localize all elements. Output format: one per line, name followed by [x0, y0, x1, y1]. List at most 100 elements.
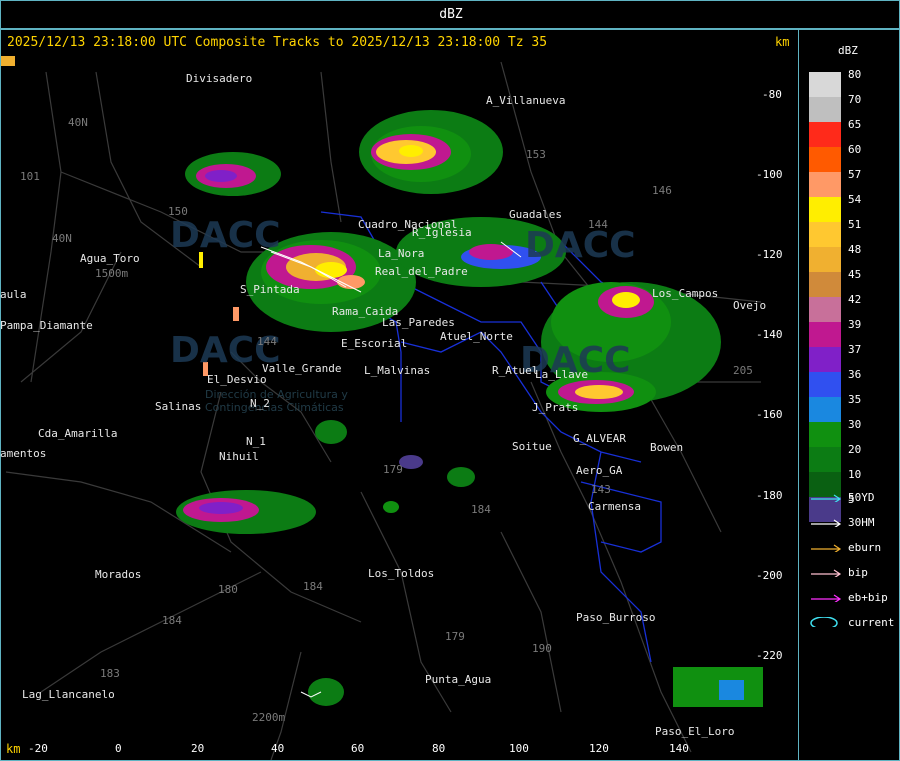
legend-swatch-label: 60 — [848, 143, 862, 156]
road-label: 179 — [383, 463, 403, 476]
legend-swatch — [809, 297, 841, 322]
road-label: 190 — [532, 642, 552, 655]
road-label: 184 — [471, 503, 491, 516]
legend-swatch-label: 48 — [848, 243, 862, 256]
road-label: 143 — [591, 483, 611, 496]
place-label: La_Nora — [378, 247, 425, 260]
road-label: 144 — [257, 335, 277, 348]
legend-swatch — [809, 172, 841, 197]
track-arrow-icon — [811, 494, 842, 502]
y-tick-label: -100 — [756, 168, 783, 181]
place-label: El_Desvio — [207, 373, 267, 386]
place-label: Carmensa — [588, 500, 641, 513]
legend-swatch-label: 80 — [848, 68, 862, 81]
place-label: Las_Paredes — [382, 316, 455, 329]
legend-track-label: eburn — [848, 541, 882, 554]
road-label: 184 — [303, 580, 323, 593]
place-label: Ovejo — [733, 299, 767, 312]
legend-swatch — [809, 222, 841, 247]
road-label: 180 — [218, 583, 238, 596]
legend-swatch — [809, 72, 841, 97]
place-label: Atuel_Norte — [440, 330, 513, 343]
place-label: Guadales — [509, 208, 562, 221]
header-text: 2025/12/13 23:18:00 UTC Composite Tracks… — [7, 35, 548, 50]
y-tick-label: -200 — [756, 569, 783, 582]
place-label: Bowen — [650, 441, 684, 454]
legend-title: dBZ — [838, 44, 858, 57]
legend-swatch-label: 35 — [848, 393, 862, 406]
legend-swatch — [809, 447, 841, 472]
road-label: 2200m — [252, 711, 286, 724]
place-label: Cda_Amarilla — [38, 427, 118, 440]
watermark-text: Dirección de Agricultura y Contingencias… — [205, 388, 348, 414]
place-label: amentos — [0, 447, 47, 460]
track-arrow-icon — [811, 594, 842, 602]
legend-swatch — [809, 122, 841, 147]
legend-swatch-label: 70 — [848, 93, 862, 106]
place-label: Agua_Toro — [80, 252, 140, 265]
legend-swatch — [809, 147, 841, 172]
legend-swatch-label: 45 — [848, 268, 862, 281]
place-label: Salinas — [155, 400, 202, 413]
track-arrow-icon — [811, 569, 842, 577]
y-tick-label: -160 — [756, 408, 783, 421]
place-label: Morados — [95, 568, 142, 581]
place-label: Aero_GA — [576, 464, 623, 477]
legend-swatch — [809, 397, 841, 422]
road-label: 144 — [588, 218, 608, 231]
legend-swatch-label: 57 — [848, 168, 862, 181]
x-tick-label: 0 — [115, 742, 122, 755]
place-label: Paso_El_Loro — [655, 725, 735, 738]
place-label: R_Atuel — [492, 364, 539, 377]
legend-swatch-label: 20 — [848, 443, 862, 456]
place-label: A_Villanueva — [486, 94, 566, 107]
place-label: aula — [0, 288, 27, 301]
legend-track-label: 50YD — [848, 491, 875, 504]
y-tick-label: -120 — [756, 248, 783, 261]
legend-swatch-label: 10 — [848, 468, 862, 481]
road-label: 40N — [68, 116, 88, 129]
road-label: 101 — [20, 170, 40, 183]
legend-track-label: bip — [848, 566, 868, 579]
place-label: G_ALVEAR — [573, 432, 626, 445]
radar-map-canvas[interactable] — [1, 52, 797, 760]
x-tick-label: 60 — [351, 742, 365, 755]
place-label: Los_Toldos — [368, 567, 435, 580]
legend-swatch-label: 37 — [848, 343, 862, 356]
place-label: Real_del_Padre — [375, 265, 468, 278]
legend-track-label: eb+bip — [848, 591, 888, 604]
road-label: 179 — [445, 630, 465, 643]
x-tick-label: 80 — [432, 742, 446, 755]
place-label: Paso_Burroso — [576, 611, 656, 624]
legend-swatch — [809, 372, 841, 397]
road-label: 1500m — [95, 267, 129, 280]
road-label: 184 — [162, 614, 182, 627]
window-title: dBZ — [439, 7, 463, 22]
legend-swatch — [809, 272, 841, 297]
place-label: Divisadero — [186, 72, 253, 85]
legend-swatch — [809, 422, 841, 447]
current-ellipse-icon — [810, 617, 838, 627]
x-tick-label: 140 — [669, 742, 689, 755]
legend-track-label: current — [848, 616, 895, 629]
km-label-bottom: km — [6, 742, 21, 756]
place-label: Lag_Llancanelo — [22, 688, 115, 701]
road-label: 150 — [168, 205, 188, 218]
y-tick-label: -80 — [762, 88, 782, 101]
x-tick-label: 20 — [191, 742, 205, 755]
x-tick-label: -20 — [28, 742, 48, 755]
place-label: La_Llave — [535, 368, 588, 381]
road-label: 183 — [100, 667, 120, 680]
place-label: S_Pintada — [240, 283, 300, 296]
road-label: 153 — [526, 148, 546, 161]
place-label: Nihuil — [219, 450, 259, 463]
place-label: Valle_Grande — [262, 362, 342, 375]
place-label: R_Iglesia — [412, 226, 472, 239]
legend-swatch — [809, 97, 841, 122]
road-label: 146 — [652, 184, 672, 197]
title-bar: dBZ — [0, 0, 900, 29]
legend-swatch-label: 54 — [848, 193, 862, 206]
y-tick-label: -140 — [756, 328, 783, 341]
legend-swatch-label: 39 — [848, 318, 862, 331]
legend-swatch-label: 36 — [848, 368, 862, 381]
